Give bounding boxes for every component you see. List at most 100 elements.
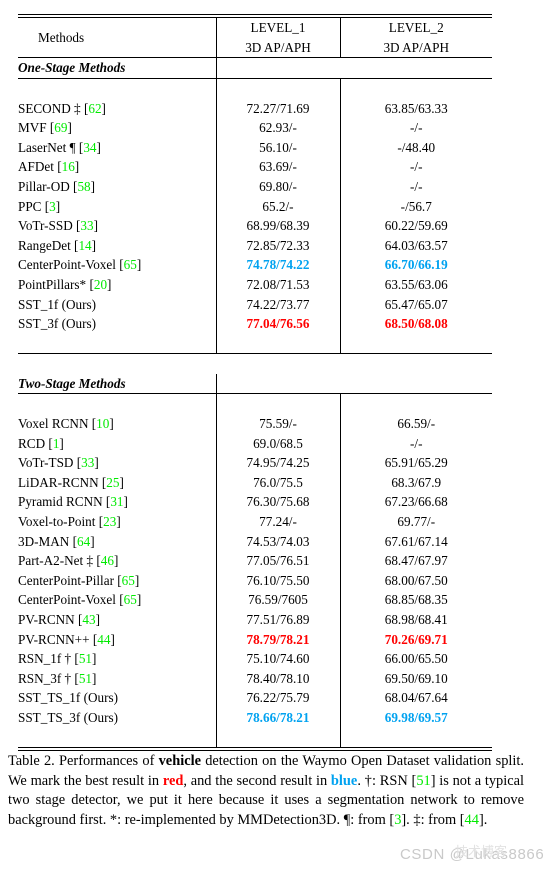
caption-label: Table 2. xyxy=(8,753,55,769)
level1-value-cell: 74.22/73.77 xyxy=(215,294,340,315)
table-header-row: Methods LEVEL_1 LEVEL_2 xyxy=(18,18,492,45)
spacer-cell xyxy=(18,334,216,354)
citation-link[interactable]: 51 xyxy=(79,671,92,686)
level2-value-cell: 68.00/67.50 xyxy=(339,570,492,591)
method-name: CenterPoint-Pillar xyxy=(18,572,114,588)
citation-link[interactable]: 20 xyxy=(94,277,107,292)
citation-link[interactable]: 3 xyxy=(49,199,56,214)
method-name: AFDet xyxy=(18,159,54,175)
method-name: CenterPoint-Voxel xyxy=(18,592,116,608)
citation-link[interactable]: 65 xyxy=(124,592,137,607)
level1-value-cell: 62.93/- xyxy=(215,118,340,138)
citation-link[interactable]: 65 xyxy=(122,573,135,588)
level1-value-cell: 77.51/76.89 xyxy=(215,610,340,630)
level1-value-cell: 76.10/75.50 xyxy=(215,570,340,591)
caption-blue-word: blue xyxy=(330,772,358,789)
level2-value-cell: -/56.7 xyxy=(339,196,492,217)
level1-value-cell: 74.95/74.25 xyxy=(215,453,340,473)
spacer-cell xyxy=(18,394,216,414)
citation-link[interactable]: 25 xyxy=(106,475,119,490)
method-name-cell: PPC [3] xyxy=(18,198,61,214)
citation-link[interactable]: 62 xyxy=(88,101,101,116)
method-name: LiDAR-RCNN xyxy=(18,474,99,490)
method-name-cell: AFDet [16] xyxy=(18,159,80,175)
method-name: LaserNet ¶ xyxy=(18,139,76,155)
citation-link[interactable]: 10 xyxy=(96,416,109,431)
spacer-cell xyxy=(18,79,216,99)
citation-link[interactable]: 58 xyxy=(77,179,90,194)
citation-link[interactable]: 69 xyxy=(54,120,67,135)
method-name-cell: Voxel RCNN [10] xyxy=(18,416,114,432)
table-gap-bottom xyxy=(18,727,492,748)
caption-citation[interactable]: 3 xyxy=(394,812,401,828)
method-name: VoTr-TSD xyxy=(18,455,74,471)
spacer-cell xyxy=(215,333,340,354)
citation-link[interactable]: 1 xyxy=(53,436,60,451)
level1-value-cell: 74.53/74.03 xyxy=(215,531,340,552)
level2-value-cell: 66.59/- xyxy=(339,414,492,434)
spacer-cell xyxy=(215,394,340,415)
level2-value-cell: -/- xyxy=(339,157,492,177)
method-name-cell: SST_TS_1f (Ours) xyxy=(18,688,216,708)
caption-citation[interactable]: 44 xyxy=(465,812,479,828)
level2-value-cell: 68.3/67.9 xyxy=(339,472,492,493)
citation-link[interactable]: 33 xyxy=(81,455,94,470)
method-name-cell: SST_1f (Ours) xyxy=(18,295,216,315)
citation-link[interactable]: 23 xyxy=(103,514,116,529)
citation-link[interactable]: 44 xyxy=(97,632,110,647)
table-row: SST_1f (Ours) 74.22/73.77 65.47/65.07 xyxy=(18,294,492,315)
caption-citation[interactable]: 51 xyxy=(416,773,430,789)
citation-link[interactable]: 16 xyxy=(62,159,75,174)
method-name-cell: LiDAR-RCNN [25] xyxy=(18,474,124,490)
level1-value-cell: 76.59/7605 xyxy=(215,590,340,610)
method-name-cell: RCD [1] xyxy=(18,435,64,451)
method-name: RCD xyxy=(18,435,46,451)
citation-link[interactable]: 46 xyxy=(101,553,114,568)
table-row: CenterPoint-Voxel [65] 76.59/7605 68.85/68… xyxy=(18,590,492,610)
method-name: Pyramid RCNN xyxy=(18,494,103,510)
citation-link[interactable]: 43 xyxy=(82,612,95,627)
method-name: Voxel-to-Point xyxy=(18,514,96,530)
caption-bold-vehicle: vehicle xyxy=(158,753,201,769)
citation-link[interactable]: 14 xyxy=(78,238,91,253)
level2-value-cell: 66.70/66.19 xyxy=(339,255,492,275)
level1-value-cell: 76.30/75.68 xyxy=(215,492,340,513)
spacer-cell xyxy=(339,727,492,748)
spacer-cell xyxy=(340,354,492,374)
method-name-cell: Part-A2-Net ‡ [46] xyxy=(18,553,119,569)
method-name-cell: RSN_1f † [51] xyxy=(18,651,97,667)
method-name-cell: PV-RCNN [43] xyxy=(18,612,100,627)
level1-value-cell: 72.85/72.33 xyxy=(215,235,340,256)
results-table: Methods LEVEL_1 LEVEL_2 3D AP/APH 3D AP/APH O… xyxy=(18,18,492,748)
citation-link[interactable]: 65 xyxy=(124,257,137,272)
column-subheader-level2: 3D AP/APH xyxy=(339,37,492,58)
level2-value-cell: 68.04/67.64 xyxy=(339,688,492,708)
level1-value-cell: 76.22/75.79 xyxy=(215,688,340,708)
table-row: PointPillars* [20] 72.08/71.53 63.55/63.06 xyxy=(18,274,492,295)
citation-link[interactable]: 64 xyxy=(77,534,90,549)
level1-value-cell: 72.27/71.69 xyxy=(215,98,340,119)
level1-value-cell: 69.0/68.5 xyxy=(215,433,340,454)
spacer-cell xyxy=(18,354,216,374)
citation-link[interactable]: 51 xyxy=(79,651,92,666)
table-row: CenterPoint-Voxel [65] 74.78/74.22 66.70/6… xyxy=(18,255,492,275)
method-name: CenterPoint-Voxel xyxy=(18,257,116,273)
section-title: One-Stage Methods xyxy=(18,60,126,76)
table-row: RCD [1] 69.0/68.5 -/- xyxy=(18,433,492,454)
column-subheader-level1: 3D AP/APH xyxy=(215,37,340,58)
method-name: PointPillars* xyxy=(18,276,87,292)
level2-value-cell: 67.61/67.14 xyxy=(339,531,492,552)
table-row: Voxel-to-Point [23] 77.24/- 69.77/- xyxy=(18,512,492,532)
method-name-cell: SST_TS_3f (Ours) xyxy=(18,708,216,728)
level2-value-cell: 69.98/69.57 xyxy=(339,707,492,728)
column-header-level1: LEVEL_1 xyxy=(215,18,340,38)
table-row: CenterPoint-Pillar [65] 76.10/75.50 68.00/… xyxy=(18,570,492,591)
citation-link[interactable]: 34 xyxy=(83,140,96,155)
level1-value-cell: 65.2/- xyxy=(215,196,340,217)
citation-link[interactable]: 31 xyxy=(110,494,123,509)
method-name: SST_TS_3f (Ours) xyxy=(18,709,119,725)
level2-value-cell: 68.98/68.41 xyxy=(339,610,492,630)
level2-value-cell: -/- xyxy=(339,176,492,197)
level1-value-cell: 77.04/76.56 xyxy=(215,314,340,334)
citation-link[interactable]: 33 xyxy=(80,218,93,233)
